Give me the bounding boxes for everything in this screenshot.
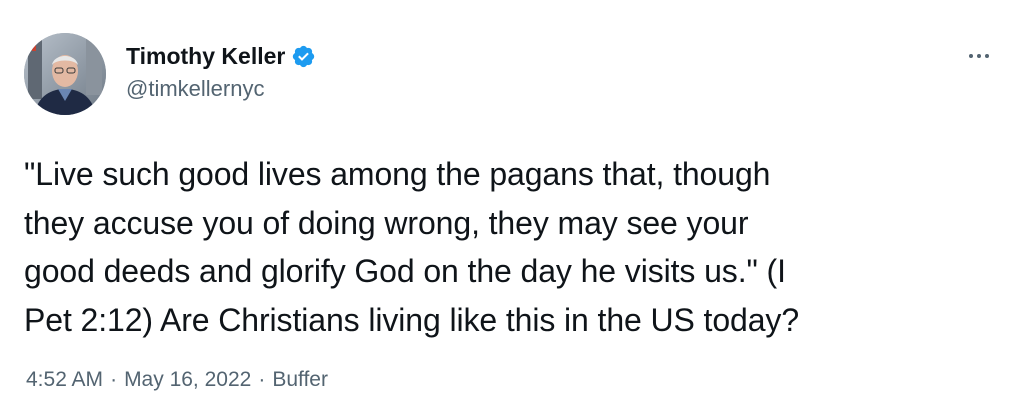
more-dot	[985, 54, 989, 58]
meta-separator: ·	[110, 368, 118, 391]
avatar-image	[24, 33, 106, 115]
author-handle[interactable]: @timkellernyc	[126, 76, 264, 102]
tweet-date[interactable]: May 16, 2022	[124, 368, 251, 392]
more-dot	[977, 54, 981, 58]
meta-separator: ·	[258, 368, 266, 391]
more-dot	[969, 54, 973, 58]
more-options-icon[interactable]	[961, 44, 997, 68]
tweet-meta: 4:52 AM · May 16, 2022 · Buffer	[26, 368, 328, 392]
verified-badge-icon	[291, 44, 316, 69]
tweet-text: "Live such good lives among the pagans t…	[24, 156, 800, 338]
avatar[interactable]	[24, 33, 106, 115]
tweet-time[interactable]: 4:52 AM	[26, 368, 103, 392]
tweet-source[interactable]: Buffer	[272, 368, 328, 392]
author-display-name[interactable]: Timothy Keller	[126, 43, 285, 70]
tweet-card: Timothy Keller @timkellernyc "Live such …	[0, 0, 1024, 412]
author-name-row: Timothy Keller	[126, 40, 316, 72]
